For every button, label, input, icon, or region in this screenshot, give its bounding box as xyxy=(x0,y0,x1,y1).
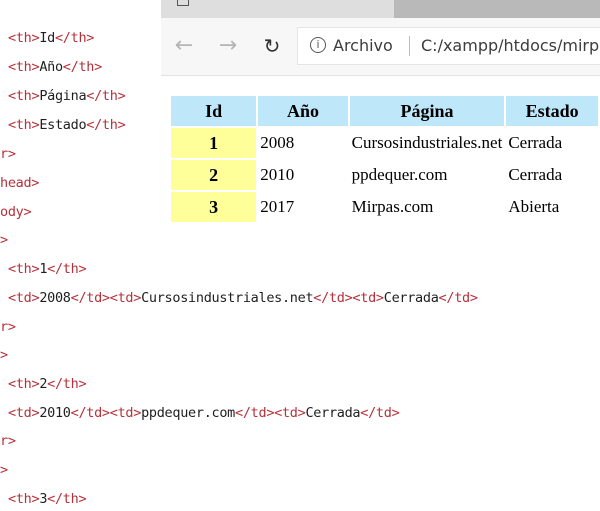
code-text: 2 xyxy=(39,376,48,392)
code-tag: <th> xyxy=(8,30,40,46)
cell-id: 1 xyxy=(171,128,257,158)
code-tag: </th> xyxy=(86,88,126,104)
code-tag: <th> xyxy=(8,59,40,75)
code-line: <th>Año</th> xyxy=(8,57,102,77)
code-line: r> xyxy=(0,317,16,337)
code-tag: <th> xyxy=(8,261,40,277)
forward-arrow-icon[interactable]: → xyxy=(213,31,243,61)
cell-id: 3 xyxy=(171,192,257,222)
cell-estado: Abierta xyxy=(508,197,560,216)
code-text: Id xyxy=(39,30,55,46)
code-text: Cerrada xyxy=(305,405,361,421)
code-tag: </th> xyxy=(54,30,95,46)
code-line: <td>2008</td><td>Cursosindustriales.net<… xyxy=(8,288,478,308)
info-icon[interactable]: i xyxy=(310,37,326,53)
code-text: Año xyxy=(39,59,63,75)
code-line: <th>Id</th> xyxy=(8,28,94,48)
code-tag: r> xyxy=(0,146,16,162)
code-text: 2008 xyxy=(39,290,71,306)
code-tag: <td> xyxy=(8,290,40,306)
cell-anio: 2010 xyxy=(260,165,295,184)
code-line: head> xyxy=(0,173,39,193)
code-tag: </td><td> xyxy=(70,290,142,306)
code-tag: r> xyxy=(0,433,16,449)
code-line: <th>2</th> xyxy=(8,374,87,394)
reload-icon[interactable]: ↻ xyxy=(257,31,287,61)
code-tag: <th> xyxy=(8,376,40,392)
code-line: <th>Estado</th> xyxy=(8,115,126,135)
address-url[interactable]: C:/xampp/htdocs/mirpas2019 xyxy=(421,36,600,55)
code-tag: ody> xyxy=(0,204,32,220)
code-tag: > xyxy=(0,462,8,478)
code-tag: </th> xyxy=(47,491,87,507)
code-line: <th>3</th> xyxy=(8,489,87,509)
cell-pagina: Cursosindustriales.net xyxy=(351,133,503,152)
code-tag: <th> xyxy=(8,491,40,507)
code-tag: <th> xyxy=(8,117,40,133)
column-header-estado: Estado xyxy=(506,96,598,126)
code-line: r> xyxy=(0,144,16,164)
browser-toolbar: ← → ↻ i Archivo C:/xampp/htdocs/mirpas20… xyxy=(161,18,600,76)
back-arrow-icon[interactable]: ← xyxy=(169,31,199,61)
code-text: Cerrada xyxy=(383,290,439,306)
code-text: Estado xyxy=(39,117,87,133)
code-tag: </td><td> xyxy=(235,405,306,421)
code-tag: </td><td> xyxy=(313,290,384,306)
data-table: Id Año Página Estado 1 2008 Cursosindust… xyxy=(169,94,600,224)
table-header-row: Id Año Página Estado xyxy=(171,96,598,126)
cell-id: 2 xyxy=(171,160,257,190)
code-line: <th>1</th> xyxy=(8,259,87,279)
page-content: Id Año Página Estado 1 2008 Cursosindust… xyxy=(161,76,600,240)
table-row: 2 2010 ppdequer.com Cerrada xyxy=(171,160,598,190)
code-tag: </th> xyxy=(62,59,102,75)
code-tag: </th> xyxy=(86,117,126,133)
tab-strip xyxy=(161,0,600,18)
table-row: 1 2008 Cursosindustriales.net Cerrada xyxy=(171,128,598,158)
code-line: <td>2010</td><td>ppdequer.com</td><td>Ce… xyxy=(8,403,400,423)
column-header-anio: Año xyxy=(258,96,348,126)
code-text: 3 xyxy=(39,491,48,507)
cell-estado: Cerrada xyxy=(508,165,563,184)
code-line: > xyxy=(0,345,8,365)
code-text: 1 xyxy=(39,261,48,277)
cell-pagina: ppdequer.com xyxy=(351,165,448,184)
code-tag: r> xyxy=(0,319,16,335)
code-tag: </td><td> xyxy=(70,405,142,421)
code-line: > xyxy=(0,230,8,250)
code-tag: </td> xyxy=(360,405,400,421)
address-separator xyxy=(409,36,410,56)
browser-tab[interactable] xyxy=(394,0,600,18)
browser-window: ← → ↻ i Archivo C:/xampp/htdocs/mirpas20… xyxy=(161,0,600,240)
cell-pagina: Mirpas.com xyxy=(351,197,434,216)
address-scheme-label: Archivo xyxy=(333,36,393,55)
code-tag: head> xyxy=(0,175,40,191)
code-tag: </td> xyxy=(438,290,478,306)
code-line: r> xyxy=(0,431,16,451)
code-tag: </th> xyxy=(47,261,87,277)
column-header-pagina: Página xyxy=(349,96,505,126)
code-tag: <td> xyxy=(8,405,40,421)
code-text: 2010 xyxy=(39,405,71,421)
code-text: Página xyxy=(39,88,87,104)
code-tag: > xyxy=(0,347,8,363)
code-line: <th>Página</th> xyxy=(8,86,126,106)
table-row: 3 2017 Mirpas.com Abierta xyxy=(171,192,598,222)
code-tag: </th> xyxy=(47,376,87,392)
cell-anio: 2017 xyxy=(260,197,295,216)
code-line: > xyxy=(0,460,8,480)
tab-icon[interactable] xyxy=(177,0,189,6)
code-text: ppdequer.com xyxy=(141,405,236,421)
code-tag: > xyxy=(0,232,8,248)
column-header-id: Id xyxy=(171,96,257,126)
cell-anio: 2008 xyxy=(260,133,295,152)
code-line: ody> xyxy=(0,202,32,222)
code-text: Cursosindustriales.net xyxy=(141,290,314,306)
address-bar[interactable]: i Archivo C:/xampp/htdocs/mirpas2019 xyxy=(297,27,600,65)
code-tag: <th> xyxy=(8,88,40,104)
cell-estado: Cerrada xyxy=(508,133,563,152)
